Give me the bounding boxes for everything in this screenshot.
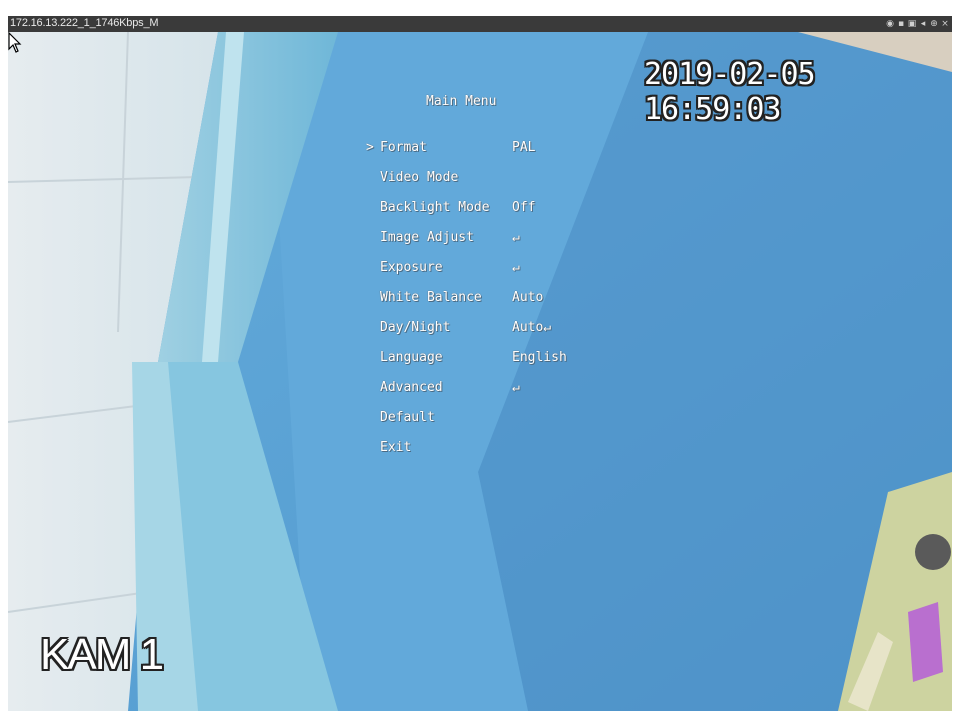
menu-item-label: Advanced <box>380 380 443 395</box>
audio-icon[interactable]: ◂ <box>918 19 928 29</box>
menu-item-label: White Balance <box>380 290 482 305</box>
menu-item-exit[interactable]: Exit <box>366 440 596 470</box>
menu-item-white-balance[interactable]: White Balance Auto <box>366 290 596 320</box>
viewer-titlebar: 172.16.13.222_1_1746Kbps_M ◉ ▪ ▣ ◂ ⊕ × <box>8 16 952 32</box>
menu-title: Main Menu <box>426 94 497 109</box>
stream-title: 172.16.13.222_1_1746Kbps_M <box>10 17 159 29</box>
menu-item-label: Language <box>380 350 443 365</box>
camera-video-feed[interactable]: 2019-02-05 16:59:03 Main Menu > Format P… <box>8 32 952 711</box>
zoom-icon[interactable]: ⊕ <box>929 19 939 29</box>
osd-camera-name: KAM 1 <box>40 630 164 679</box>
menu-item-language[interactable]: Language English <box>366 350 596 380</box>
osd-timestamp: 2019-02-05 16:59:03 <box>644 57 816 127</box>
menu-item-backlight-mode[interactable]: Backlight Mode Off <box>366 200 596 230</box>
menu-item-value: PAL <box>512 140 536 155</box>
menu-item-day-night[interactable]: Day/Night Auto↵ <box>366 320 596 350</box>
menu-item-label: Backlight Mode <box>380 200 490 215</box>
menu-item-label: Format <box>380 140 427 155</box>
menu-item-label: Video Mode <box>380 170 459 185</box>
menu-item-value: Auto <box>512 290 544 305</box>
menu-item-value: English <box>512 350 567 365</box>
enter-icon: ↵ <box>512 380 520 395</box>
close-icon[interactable]: × <box>940 19 950 29</box>
menu-item-exposure[interactable]: Exposure ↵ <box>366 260 596 290</box>
menu-item-value: Off <box>512 200 536 215</box>
menu-cursor: > <box>366 140 374 155</box>
menu-item-default[interactable]: Default <box>366 410 596 440</box>
titlebar-toolbar: ◉ ▪ ▣ ◂ ⊕ × <box>885 17 950 31</box>
menu-item-label: Exposure <box>380 260 443 275</box>
menu-item-advanced[interactable]: Advanced ↵ <box>366 380 596 410</box>
enter-icon: ↵ <box>512 230 520 245</box>
menu-item-label: Default <box>380 410 435 425</box>
menu-item-label: Image Adjust <box>380 230 474 245</box>
mouse-pointer-icon <box>8 32 22 53</box>
menu-item-format[interactable]: > Format PAL <box>366 140 596 170</box>
enter-icon: ↵ <box>512 260 520 275</box>
menu-item-image-adjust[interactable]: Image Adjust ↵ <box>366 230 596 260</box>
menu-item-video-mode[interactable]: Video Mode <box>366 170 596 200</box>
snapshot-icon[interactable]: ▪ <box>896 19 906 29</box>
menu-item-label: Day/Night <box>380 320 451 335</box>
menu-item-value: Auto↵ <box>512 320 552 335</box>
menu-item-label: Exit <box>380 440 412 455</box>
record-icon[interactable]: ◉ <box>885 19 895 29</box>
camera-icon[interactable]: ▣ <box>907 19 917 29</box>
